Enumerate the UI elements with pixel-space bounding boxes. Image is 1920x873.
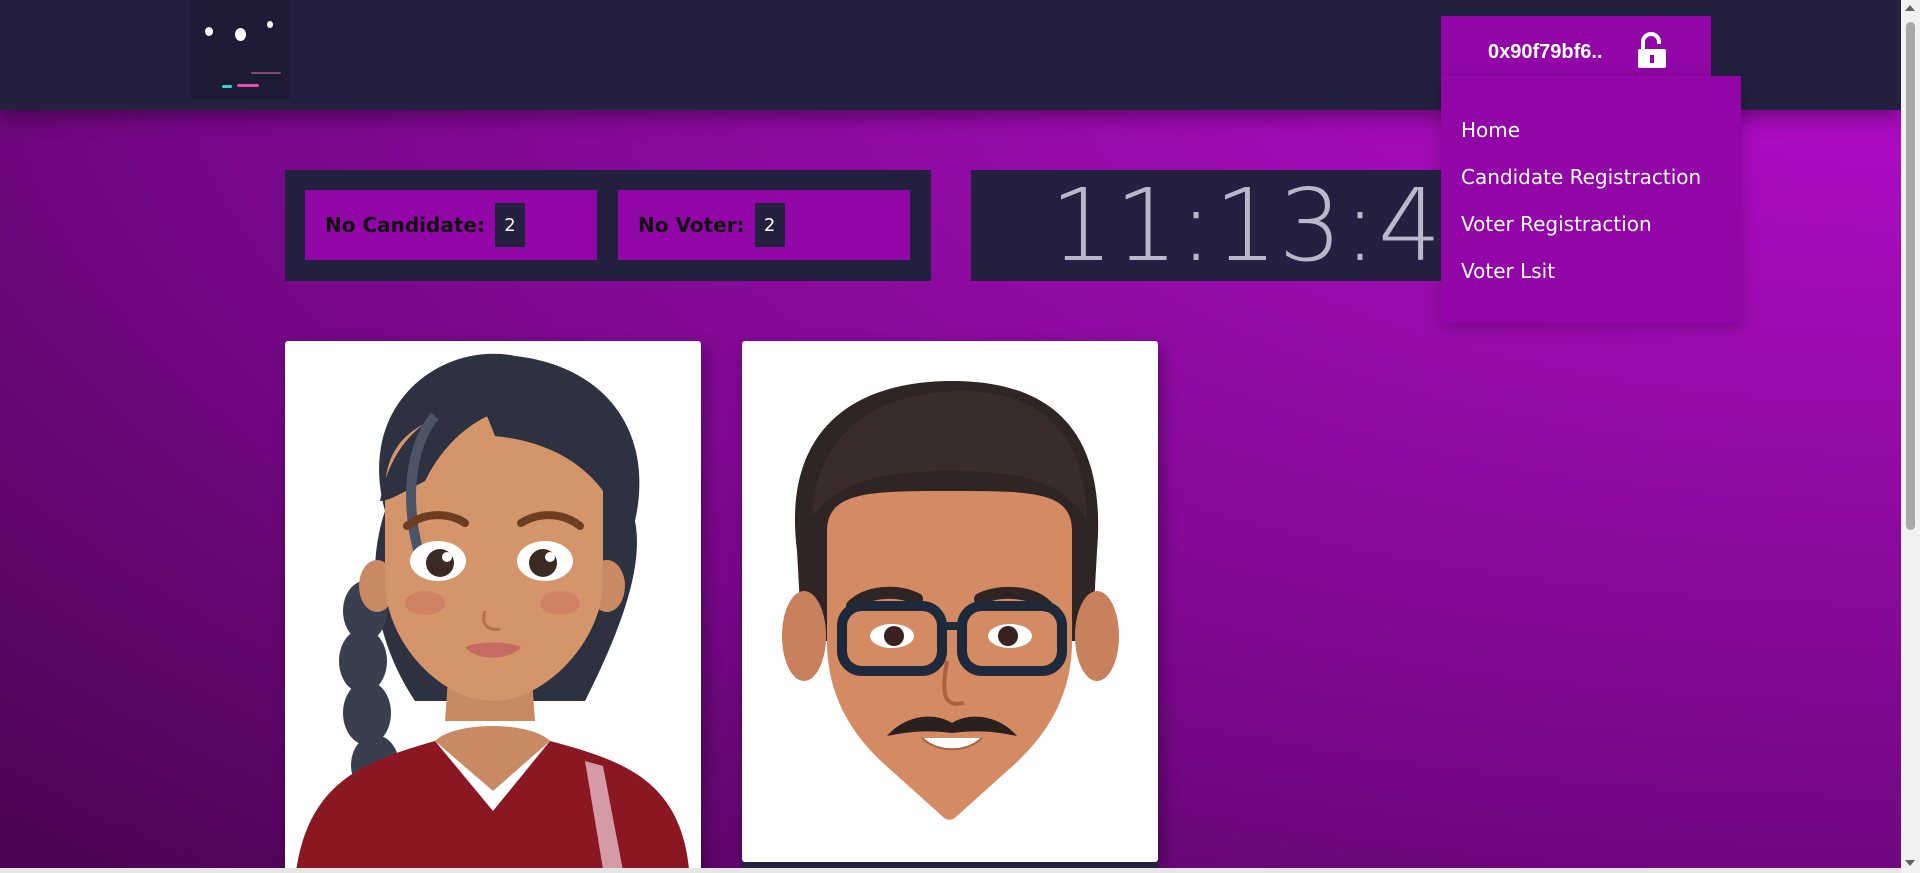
voter-count-box: No Voter: 2 bbox=[618, 190, 910, 260]
dropdown-menu: Home Candidate Registraction Voter Regis… bbox=[1441, 76, 1741, 323]
unlock-icon[interactable] bbox=[1635, 32, 1669, 70]
candidate-count-box: No Candidate: 2 bbox=[305, 190, 597, 260]
scroll-down-arrow-icon[interactable] bbox=[1905, 860, 1915, 866]
wallet-address: 0x90f79bf6.. bbox=[1488, 40, 1603, 63]
candidate-count-label: No Candidate: bbox=[325, 213, 485, 237]
voter-count-value: 2 bbox=[754, 203, 785, 247]
menu-item-home[interactable]: Home bbox=[1461, 118, 1520, 142]
menu-item-voter-list[interactable]: Voter Lsit bbox=[1461, 259, 1555, 283]
menu-item-voter-registration[interactable]: Voter Registraction bbox=[1461, 212, 1652, 236]
scroll-up-arrow-icon[interactable] bbox=[1905, 5, 1915, 11]
clock-panel: 11:13:46: bbox=[971, 170, 1441, 281]
app-logo[interactable] bbox=[191, 0, 290, 99]
candidate-count-value: 2 bbox=[494, 203, 525, 247]
female-avatar bbox=[296, 353, 690, 873]
stats-panel: No Candidate: 2 No Voter: 2 bbox=[285, 170, 931, 281]
clock-time: 11:13:46: bbox=[1050, 170, 1441, 281]
male-avatar bbox=[782, 381, 1119, 820]
candidate-card[interactable] bbox=[742, 341, 1158, 862]
scrollbar-thumb[interactable] bbox=[1906, 22, 1915, 530]
menu-item-candidate-registration[interactable]: Candidate Registraction bbox=[1461, 165, 1701, 189]
candidate-card[interactable] bbox=[285, 341, 701, 873]
vertical-scrollbar[interactable] bbox=[1901, 0, 1920, 873]
voter-count-label: No Voter: bbox=[638, 213, 745, 237]
horizontal-edge bbox=[0, 868, 1901, 873]
